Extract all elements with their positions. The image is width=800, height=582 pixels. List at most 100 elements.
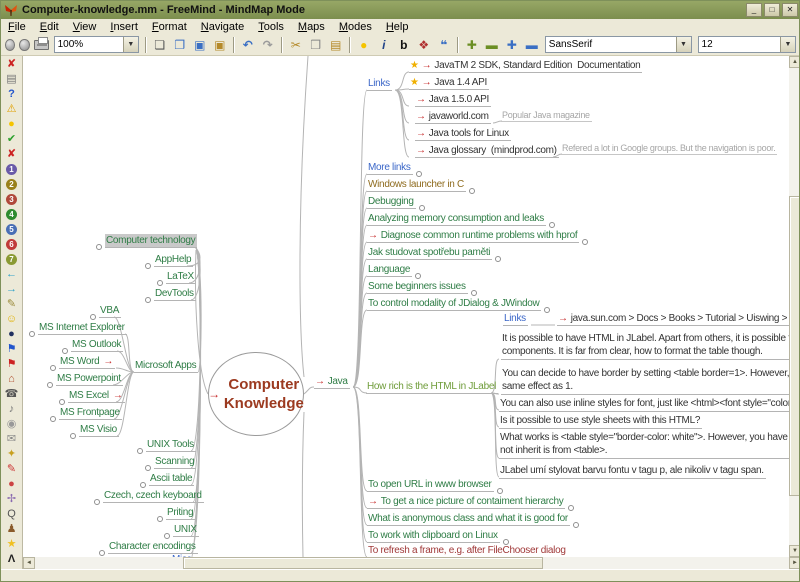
- bold-button[interactable]: b: [395, 36, 413, 54]
- node-microsoft-apps[interactable]: Microsoft Apps: [134, 359, 198, 373]
- chevron-down-icon[interactable]: ▼: [123, 37, 138, 52]
- menu-view[interactable]: View: [66, 21, 104, 33]
- node-some-beginners[interactable]: Some beginners issues: [367, 280, 468, 294]
- star-icon[interactable]: ★: [3, 537, 21, 552]
- close-button[interactable]: ✕: [782, 3, 798, 17]
- node-java-150-api[interactable]: →Java 1.5.0 API: [415, 93, 491, 107]
- scroll-left-button[interactable]: ◄: [23, 557, 35, 569]
- node-down-green-button[interactable]: ▬: [483, 36, 501, 54]
- key-icon[interactable]: ✦: [3, 447, 21, 462]
- save-file-button[interactable]: ▣: [191, 36, 209, 54]
- priority-6-icon[interactable]: 6: [3, 237, 21, 252]
- node-java-tools-linux[interactable]: →Java tools for Linux: [415, 127, 511, 141]
- node-misc[interactable]: Misc: [171, 553, 193, 557]
- node-ascii-table[interactable]: Ascii table: [149, 472, 194, 486]
- vertical-scrollbar[interactable]: ▲ ▼: [789, 56, 800, 557]
- node-java-14-api[interactable]: ★→Java 1.4 API: [409, 76, 489, 90]
- node-more-links[interactable]: More links: [367, 161, 413, 175]
- node-clipboard-linux[interactable]: To work with clipboard on Linux: [367, 529, 500, 543]
- note-border-color[interactable]: What works is <table style="border-color…: [499, 430, 789, 459]
- paste-button[interactable]: ▤: [327, 36, 345, 54]
- font-family-select[interactable]: SansSerif ▼: [545, 36, 692, 53]
- cut-button[interactable]: ✂: [287, 36, 305, 54]
- menu-help[interactable]: Help: [379, 21, 416, 33]
- wizard-icon[interactable]: ✢: [3, 492, 21, 507]
- menu-format[interactable]: Format: [145, 21, 194, 33]
- node-ms-powerpoint[interactable]: MS Powerpoint: [56, 372, 123, 386]
- node-ms-word[interactable]: MS Word→: [59, 355, 115, 369]
- node-ms-visio[interactable]: MS Visio: [79, 423, 119, 437]
- node-priting[interactable]: Priting: [166, 506, 195, 520]
- node-javasun-path[interactable]: →java.sun.com > Docs > Books > Tutorial …: [557, 312, 789, 326]
- node-jak-studovat[interactable]: Jak studovat spotřebu paměti: [367, 246, 492, 260]
- scroll-right-button[interactable]: ►: [789, 557, 800, 569]
- annotation-refered-google[interactable]: Refered a lot in Google groups. But the …: [561, 142, 777, 155]
- node-java[interactable]: →Java: [314, 375, 350, 389]
- smiley-icon[interactable]: ☺: [3, 312, 21, 327]
- priority-3-icon[interactable]: 3: [3, 192, 21, 207]
- node-anonymous-class[interactable]: What is anonymous class and what it is g…: [367, 512, 570, 526]
- node-unix[interactable]: UNIX: [173, 523, 199, 537]
- copy-button[interactable]: ❒: [307, 36, 325, 54]
- menu-modes[interactable]: Modes: [332, 21, 379, 33]
- pencil-icon[interactable]: ✎: [3, 297, 21, 312]
- menu-maps[interactable]: Maps: [291, 21, 332, 33]
- node-debugging[interactable]: Debugging: [367, 195, 416, 209]
- mindmap-canvas[interactable]: Computer technologyAppHelpLaTeXDevToolsV…: [23, 56, 789, 557]
- help-icon[interactable]: ?: [3, 87, 21, 102]
- flag-icon[interactable]: ⚑: [3, 357, 21, 372]
- next-map-button[interactable]: [19, 39, 29, 51]
- bookmark-icon[interactable]: ⚑: [3, 342, 21, 357]
- note-jlabel-umi[interactable]: JLabel umí stylovat barvu fontu v tagu p…: [499, 463, 766, 479]
- note-inline-styles[interactable]: You can also use inline styles for font,…: [499, 396, 789, 412]
- save-as-button[interactable]: ▣: [211, 36, 229, 54]
- node-containment-hierarchy[interactable]: →To get a nice picture of contaiment hie…: [367, 495, 565, 509]
- node-refresh-frame[interactable]: To refresh a frame, e.g. after FileChoos…: [367, 544, 568, 557]
- node-links-1[interactable]: Links: [367, 77, 392, 91]
- remove-icon[interactable]: ✘: [3, 57, 21, 72]
- node-scanning[interactable]: Scanning: [154, 455, 196, 469]
- font-size-select[interactable]: 12 ▼: [698, 36, 796, 53]
- maximize-button[interactable]: □: [764, 3, 780, 17]
- idea-icon[interactable]: ●: [3, 117, 21, 132]
- chevron-down-icon[interactable]: ▼: [676, 37, 691, 52]
- node-javatm-sdk[interactable]: ★→JavaTM 2 SDK, Standard Edition Documen…: [409, 59, 642, 73]
- node-down-blue-button[interactable]: ▬: [523, 36, 541, 54]
- node-ms-internet-explorer[interactable]: MS Internet Explorer: [38, 321, 127, 335]
- titlebar[interactable]: Computer-knowledge.mm - FreeMind - MindM…: [1, 1, 800, 19]
- node-control-modality[interactable]: To control modality of JDialog & JWindow: [367, 297, 541, 311]
- chevron-down-icon[interactable]: ▼: [780, 37, 795, 52]
- node-diagnose-hprof[interactable]: →Diagnose common runtime problems with h…: [367, 229, 579, 243]
- bomb-icon[interactable]: ●: [3, 327, 21, 342]
- envelope-icon[interactable]: ✉: [3, 432, 21, 447]
- menu-insert[interactable]: Insert: [103, 21, 145, 33]
- search-icon[interactable]: Q: [3, 507, 21, 522]
- person-icon[interactable]: ♟: [3, 522, 21, 537]
- priority-2-icon[interactable]: 2: [3, 177, 21, 192]
- node-up-blue-button[interactable]: ✚: [503, 36, 521, 54]
- red-pen-icon[interactable]: ✎: [3, 462, 21, 477]
- minimize-button[interactable]: _: [746, 3, 762, 17]
- penguin-icon[interactable]: Λ: [3, 552, 21, 567]
- note-border-setting[interactable]: You can decide to have border by setting…: [501, 366, 789, 395]
- redo-button[interactable]: ↷: [259, 36, 277, 54]
- open-file-button[interactable]: ❐: [171, 36, 189, 54]
- node-up-green-button[interactable]: ✚: [463, 36, 481, 54]
- cancel-icon[interactable]: ✘: [3, 147, 21, 162]
- node-links-2[interactable]: Links: [503, 312, 528, 326]
- node-apphelp[interactable]: AppHelp: [154, 253, 193, 267]
- prev-map-button[interactable]: [5, 39, 15, 51]
- print-button[interactable]: [33, 36, 50, 54]
- new-file-button[interactable]: ❏: [151, 36, 169, 54]
- node-character-encodings[interactable]: Character encodings: [108, 540, 198, 554]
- node-ms-excel[interactable]: MS Excel→: [68, 389, 125, 403]
- node-computer-technology[interactable]: Computer technology: [105, 234, 197, 248]
- node-language[interactable]: Language: [367, 263, 412, 277]
- forward-icon[interactable]: →: [3, 282, 21, 297]
- home-icon[interactable]: ⌂: [3, 372, 21, 387]
- node-windows-launcher[interactable]: Windows launcher in C: [367, 178, 466, 192]
- menu-navigate[interactable]: Navigate: [194, 21, 251, 33]
- node-latex[interactable]: LaTeX: [166, 270, 196, 284]
- priority-1-icon[interactable]: 1: [3, 162, 21, 177]
- node-javaworld[interactable]: →javaworld.com: [415, 110, 491, 124]
